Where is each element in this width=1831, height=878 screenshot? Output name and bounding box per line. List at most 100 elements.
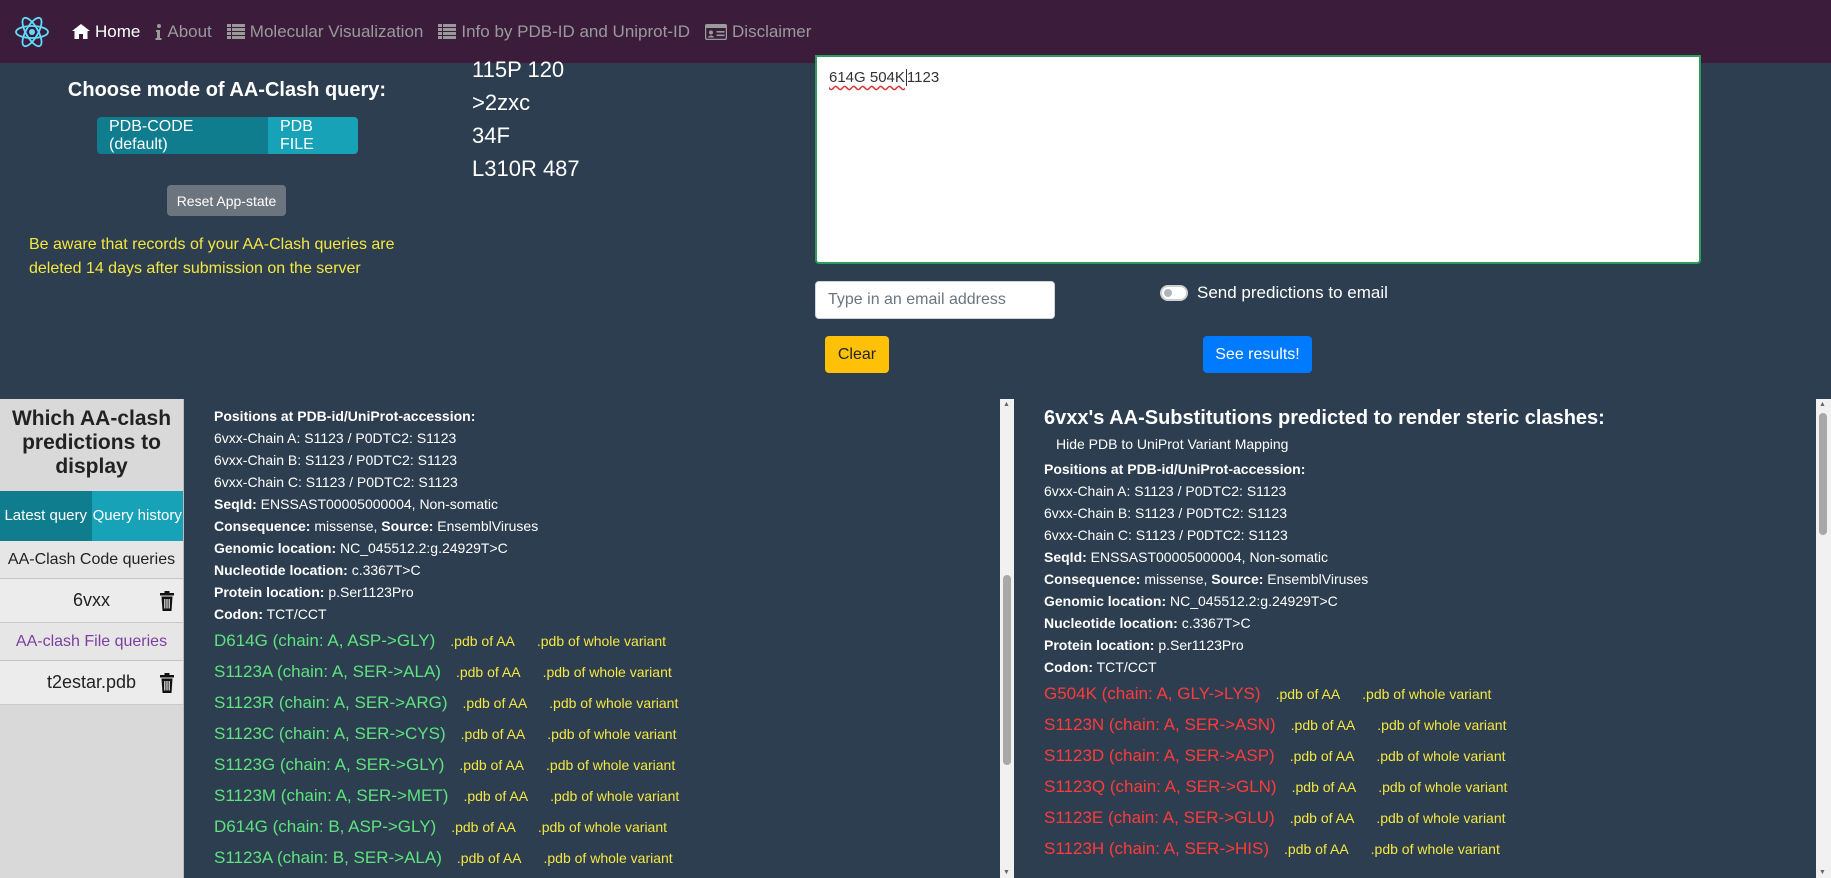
genomic-label: Genomic location: — [214, 540, 337, 556]
nav-home[interactable]: Home — [72, 22, 140, 42]
pdb-whole-variant-link[interactable]: .pdb of whole variant — [546, 757, 675, 773]
send-email-toggle[interactable]: Send predictions to email — [1160, 283, 1388, 303]
chain-mapping: 6vxx-Chain C: S1123 / P0DTC2: S1123 — [1044, 527, 1288, 543]
seqid-value: ENSSAST00005000004, Non-somatic — [1090, 549, 1329, 565]
tab-latest-query[interactable]: Latest query — [0, 491, 92, 541]
see-results-button[interactable]: See results! — [1203, 336, 1312, 373]
protein-value: p.Ser1123Pro — [1158, 637, 1244, 653]
pdb-aa-link[interactable]: .pdb of AA — [450, 633, 515, 649]
pdb-aa-link[interactable]: .pdb of AA — [1290, 748, 1355, 764]
variant-row: S1123N (chain: A, SER->ASN) .pdb of AA .pd… — [1044, 715, 1816, 746]
pdb-whole-variant-link[interactable]: .pdb of whole variant — [1362, 686, 1491, 702]
example-line: >2zxc — [472, 90, 531, 115]
trash-icon[interactable] — [159, 673, 175, 693]
email-input[interactable]: Type in an email address — [815, 281, 1055, 319]
nav-molecular-visualization[interactable]: Molecular Visualization — [226, 22, 423, 42]
scroll-up-icon[interactable]: ▲ — [1819, 401, 1826, 408]
pdb-aa-link[interactable]: .pdb of AA — [1292, 779, 1357, 795]
file-query-item[interactable]: t2estar.pdb — [0, 661, 183, 705]
pdb-whole-variant-link[interactable]: .pdb of whole variant — [1376, 748, 1505, 764]
pdb-whole-variant-link[interactable]: .pdb of whole variant — [547, 726, 676, 742]
variant-name[interactable]: S1123R (chain: A, SER->ARG) — [214, 693, 448, 713]
pdb-whole-variant-link[interactable]: .pdb of whole variant — [544, 850, 673, 866]
mode-pdb-code-button[interactable]: PDB-CODE (default) — [97, 117, 268, 154]
variant-name[interactable]: S1123H (chain: A, SER->HIS) — [1044, 839, 1269, 859]
pdb-aa-link[interactable]: .pdb of AA — [463, 788, 528, 804]
variant-name[interactable]: S1123A (chain: A, SER->ALA) — [214, 662, 441, 682]
pdb-aa-link[interactable]: .pdb of AA — [463, 695, 528, 711]
variant-name[interactable]: S1123Q (chain: A, SER->GLN) — [1044, 777, 1277, 797]
consequence-value: missense, — [1144, 571, 1208, 587]
nav-info-pdb-uniprot[interactable]: Info by PDB-ID and Uniprot-ID — [438, 22, 690, 42]
pdb-aa-link[interactable]: .pdb of AA — [456, 664, 521, 680]
example-line: 34F — [472, 123, 510, 148]
nav-disclaimer[interactable]: Disclaimer — [705, 22, 811, 42]
pdb-whole-variant-link[interactable]: .pdb of whole variant — [543, 664, 672, 680]
code-query-item[interactable]: 6vxx — [0, 579, 183, 623]
variant-name[interactable]: S1123M (chain: A, SER->MET) — [214, 786, 448, 806]
pdb-whole-variant-link[interactable]: .pdb of whole variant — [549, 695, 678, 711]
variant-name[interactable]: S1123A (chain: B, SER->ALA) — [214, 848, 442, 868]
pdb-aa-link[interactable]: .pdb of AA — [1276, 686, 1341, 702]
variant-name[interactable]: S1123C (chain: A, SER->CYS) — [214, 724, 446, 744]
scroll-down-icon[interactable]: ▼ — [1819, 869, 1826, 876]
trash-icon[interactable] — [159, 591, 175, 611]
variant-name[interactable]: S1123D (chain: A, SER->ASP) — [1044, 746, 1275, 766]
codon-value: TCT/CCT — [1096, 659, 1157, 675]
react-atom-icon[interactable] — [14, 14, 50, 50]
toggle-switch[interactable] — [1160, 285, 1188, 301]
variant-row: D614G (chain: B, ASP->GLY) .pdb of AA .pdb… — [214, 817, 997, 848]
pdb-whole-variant-link[interactable]: .pdb of whole variant — [537, 633, 666, 649]
list-icon — [226, 24, 245, 39]
scroll-up-icon[interactable]: ▲ — [1003, 401, 1010, 408]
pdb-whole-variant-link[interactable]: .pdb of whole variant — [550, 788, 679, 804]
variant-row: S1123G (chain: A, SER->GLY) .pdb of AA .pd… — [214, 755, 997, 786]
scroll-thumb[interactable] — [1819, 413, 1827, 535]
right-panel-scrollbar[interactable]: ▲ ▼ — [1816, 399, 1831, 878]
source-label: Source: — [1211, 571, 1264, 587]
nav-about[interactable]: About — [155, 22, 212, 42]
clear-button[interactable]: Clear — [825, 336, 889, 373]
consequence-label: Consequence: — [214, 518, 311, 534]
variant-row: S1123E (chain: A, SER->GLU) .pdb of AA .pd… — [1044, 808, 1816, 839]
clash-results-title: 6vxx's AA-Substitutions predicted to ren… — [1044, 407, 1605, 429]
pdb-whole-variant-link[interactable]: .pdb of whole variant — [538, 819, 667, 835]
pdb-aa-link[interactable]: .pdb of AA — [1284, 841, 1349, 857]
scroll-down-icon[interactable]: ▼ — [1003, 869, 1010, 876]
variant-name[interactable]: G504K (chain: A, GLY->LYS) — [1044, 684, 1261, 704]
pdb-aa-link[interactable]: .pdb of AA — [459, 757, 524, 773]
pdb-whole-variant-link[interactable]: .pdb of whole variant — [1376, 810, 1505, 826]
variant-name[interactable]: S1123G (chain: A, SER->GLY) — [214, 755, 444, 775]
pdb-aa-link[interactable]: .pdb of AA — [1291, 717, 1356, 733]
pdb-whole-variant-link[interactable]: .pdb of whole variant — [1377, 717, 1506, 733]
pdb-whole-variant-link[interactable]: .pdb of whole variant — [1371, 841, 1500, 857]
tab-query-history[interactable]: Query history — [91, 491, 183, 541]
variant-name[interactable]: D614G (chain: B, ASP->GLY) — [214, 817, 436, 837]
left-panel-scrollbar[interactable]: ▲ ▼ — [1000, 399, 1014, 878]
query-textarea[interactable]: 614G 504K 1123 — [815, 55, 1701, 264]
hide-mapping-toggle[interactable]: Hide PDB to UniProt Variant Mapping — [1056, 436, 1816, 452]
variant-name[interactable]: D614G (chain: A, ASP->GLY) — [214, 631, 435, 651]
chain-mapping: 6vxx-Chain A: S1123 / P0DTC2: S1123 — [214, 430, 457, 446]
variant-name[interactable]: S1123E (chain: A, SER->GLU) — [1044, 808, 1275, 828]
pdb-aa-link[interactable]: .pdb of AA — [457, 850, 522, 866]
nucleotide-label: Nucleotide location: — [214, 562, 348, 578]
positions-label: Positions at PDB-id/UniProt-accession: — [1044, 461, 1306, 477]
positions-label: Positions at PDB-id/UniProt-accession: — [214, 408, 476, 424]
scroll-thumb[interactable] — [1003, 575, 1011, 765]
mode-pdb-file-button[interactable]: PDB FILE — [268, 117, 358, 154]
variant-row: S1123R (chain: A, SER->ARG) .pdb of AA .pd… — [214, 693, 997, 724]
variant-row: S1123C (chain: A, SER->CYS) .pdb of AA .pd… — [214, 724, 997, 755]
variant-name[interactable]: S1123N (chain: A, SER->ASN) — [1044, 715, 1276, 735]
chain-mapping: 6vxx-Chain B: S1123 / P0DTC2: S1123 — [1044, 505, 1288, 521]
reset-app-state-button[interactable]: Reset App-state — [167, 185, 286, 216]
example-line: 115P 120 — [472, 57, 565, 82]
pdb-aa-link[interactable]: .pdb of AA — [1290, 810, 1355, 826]
send-email-label: Send predictions to email — [1197, 283, 1388, 302]
pdb-whole-variant-link[interactable]: .pdb of whole variant — [1378, 779, 1507, 795]
genomic-value: NC_045512.2:g.24929T>C — [340, 540, 508, 556]
pdb-aa-link[interactable]: .pdb of AA — [451, 819, 516, 835]
seqid-label: SeqId: — [214, 496, 257, 512]
pdb-aa-link[interactable]: .pdb of AA — [461, 726, 526, 742]
file-query-label: t2estar.pdb — [46, 672, 137, 692]
